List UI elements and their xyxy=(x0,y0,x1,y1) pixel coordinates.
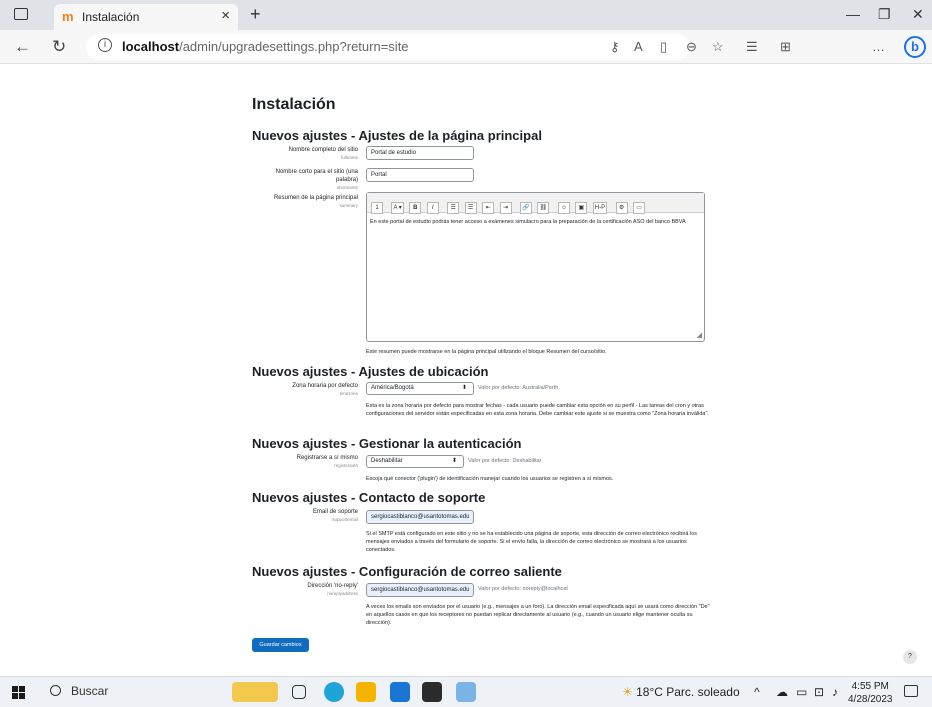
supportemail-label: Email de soporte supportemail xyxy=(312,509,358,522)
windows-taskbar: Buscar ☀ 18°C Parc. soleado ^ ☁ ▭ ⊡ ♪ 4:… xyxy=(0,676,932,707)
read-aloud-icon[interactable]: A xyxy=(634,39,643,54)
section-support: Nuevos ajustes - Contacto de soporte xyxy=(252,490,486,505)
select-arrow-icon: ⬍ xyxy=(461,385,467,391)
help-icon[interactable]: ? xyxy=(903,650,917,664)
weather-icon: ☀ xyxy=(622,685,633,699)
mail-icon[interactable] xyxy=(390,682,410,702)
page-title: Instalación xyxy=(252,96,336,113)
new-tab-button[interactable]: + xyxy=(250,4,261,25)
onedrive-icon[interactable]: ☁ xyxy=(776,685,788,699)
page-content: Instalación Nuevos ajustes - Ajustes de … xyxy=(0,64,932,676)
summary-label: Resumen de la página principal summary xyxy=(273,195,358,208)
moodle-favicon-icon: m xyxy=(62,9,74,24)
noreply-help: A veces los emails son enviados por el u… xyxy=(366,604,710,626)
file-explorer-icon[interactable] xyxy=(356,682,376,702)
fullname-input[interactable]: Portal de estudio xyxy=(366,146,474,160)
timezone-select[interactable]: América/Bogotá ⬍ xyxy=(366,382,474,395)
toolbar-emoji-button[interactable]: ☺ xyxy=(557,202,570,214)
registerauth-select[interactable]: Deshabilitar ⬍ xyxy=(366,455,464,468)
weather-widget[interactable]: ☀ 18°C Parc. soleado xyxy=(622,685,740,699)
clock-date: 4/28/2023 xyxy=(848,694,893,705)
toolbar-style-button[interactable]: A ▾ xyxy=(391,202,404,214)
registerauth-label: Registrarse a sí mismo registerauth xyxy=(296,455,358,468)
toolbar-bullet-list-button[interactable]: ☰ xyxy=(447,202,460,214)
restore-icon[interactable]: ❐ xyxy=(878,6,891,23)
toolbar-media-button[interactable]: ▭ xyxy=(633,202,646,214)
url-host: localhost xyxy=(122,39,180,54)
section-front-page: Nuevos ajustes - Ajustes de la página pr… xyxy=(252,128,542,143)
taskbar-clock[interactable]: 4:55 PM 4/28/2023 xyxy=(848,680,893,706)
minimize-icon[interactable]: — xyxy=(846,6,860,22)
widgets-icon[interactable] xyxy=(232,682,278,702)
resize-handle-icon[interactable]: ◢ xyxy=(697,331,702,339)
select-arrow-icon: ⬍ xyxy=(451,458,457,464)
close-window-icon[interactable]: ✕ xyxy=(912,6,924,23)
toolbar-indent-button[interactable]: ⇥ xyxy=(499,202,512,214)
toolbar-image-button[interactable]: ▣ xyxy=(575,202,588,214)
collections-icon[interactable]: ⊞ xyxy=(780,39,791,55)
toolbar-collapse-button[interactable]: 1 xyxy=(371,202,383,214)
section-auth: Nuevos ajustes - Gestionar la autenticac… xyxy=(252,436,522,451)
timezone-help: Esta es la zona horaria por defecto para… xyxy=(366,403,709,417)
summary-editor[interactable]: 1 A ▾ B I ☰ ☰ ⇤ ⇥ 🔗 ⛓ ☺ ▣ H-P ⚙ ▭ En est… xyxy=(366,192,705,342)
supportemail-input[interactable]: sergiocastiblanco@usantotomas.edu xyxy=(366,510,474,524)
registerauth-help: Escoja qué conector ('plugin') de identi… xyxy=(366,476,614,482)
site-info-icon[interactable]: i xyxy=(98,38,112,52)
zoom-icon[interactable]: ⊖ xyxy=(686,39,697,55)
favorites-icon[interactable]: ☰ xyxy=(746,39,758,55)
tab-actions-icon[interactable] xyxy=(14,8,28,20)
toolbar-outdent-button[interactable]: ⇤ xyxy=(482,202,495,214)
summary-help: Este resumen puede mostrarse en la págin… xyxy=(366,349,607,355)
noreply-label: Dirección 'no-reply' noreplyaddress xyxy=(307,583,358,596)
shortname-input[interactable]: Portal xyxy=(366,168,474,182)
task-view-icon[interactable] xyxy=(292,685,306,699)
url-path: /admin/upgradesettings.php?return=site xyxy=(179,39,409,54)
shortname-label: Nombre corto para el sitio (una palabra)… xyxy=(275,169,358,190)
address-bar[interactable]: i localhost/admin/upgradesettings.php?re… xyxy=(86,34,690,60)
volume-icon[interactable]: ♪ xyxy=(832,685,838,699)
back-icon[interactable]: ← xyxy=(14,37,31,57)
clock-time: 4:55 PM xyxy=(851,681,889,692)
app-icon[interactable] xyxy=(456,682,476,702)
timezone-label: Zona horaria por defecto timezone xyxy=(292,383,358,396)
bing-icon[interactable]: b xyxy=(904,36,926,58)
tab-title: Instalación xyxy=(82,10,140,24)
toolbar-numbered-list-button[interactable]: ☰ xyxy=(464,202,477,214)
supportemail-help: Si el SMTP está configurado en este siti… xyxy=(366,531,698,553)
editor-toolbar: 1 A ▾ B I ☰ ☰ ⇤ ⇥ 🔗 ⛓ ☺ ▣ H-P ⚙ ▭ xyxy=(367,193,704,214)
edge-icon[interactable] xyxy=(324,682,344,702)
noreply-default: Valor por defecto: noreply@localhost xyxy=(478,586,568,592)
key-icon[interactable]: ⚷ xyxy=(610,39,620,55)
noreply-input[interactable]: sergiocastiblanco@usantotomas.edu xyxy=(366,583,474,597)
terminal-icon[interactable] xyxy=(422,682,442,702)
close-tab-icon[interactable]: × xyxy=(221,7,230,24)
favorite-star-icon[interactable]: ☆ xyxy=(712,39,724,55)
toolbar-h5p-button[interactable]: H-P xyxy=(592,202,608,214)
refresh-icon[interactable]: ↻ xyxy=(52,37,66,57)
toolbar-bold-button[interactable]: B xyxy=(409,202,422,214)
toolbar-link-button[interactable]: 🔗 xyxy=(519,202,532,214)
network-icon[interactable]: ⊡ xyxy=(814,685,824,699)
windows-start-icon[interactable] xyxy=(12,686,25,699)
battery-icon[interactable]: ▭ xyxy=(796,685,807,699)
toolbar-unlink-button[interactable]: ⛓ xyxy=(537,202,550,214)
registerauth-default: Valor por defecto: Deshabilitar xyxy=(468,458,542,464)
tab-instalacion[interactable]: m Instalación × xyxy=(54,4,238,30)
toolbar-italic-button[interactable]: I xyxy=(426,202,439,214)
summary-text[interactable]: En este portal de estudio podrás tener a… xyxy=(367,213,704,231)
browser-toolbar: ← ↻ i localhost/admin/upgradesettings.ph… xyxy=(0,30,932,85)
immersive-reader-icon[interactable]: ▯ xyxy=(660,39,667,55)
section-outgoing-mail: Nuevos ajustes - Configuración de correo… xyxy=(252,564,562,579)
toolbar-settings-button[interactable]: ⚙ xyxy=(615,202,628,214)
notifications-icon[interactable] xyxy=(904,685,918,697)
search-icon xyxy=(50,685,61,696)
timezone-default: Valor por defecto: Australia/Perth xyxy=(478,385,559,391)
browser-tab-bar: m Instalación × + — ❐ ✕ xyxy=(0,0,932,30)
save-button[interactable]: Guardar cambios xyxy=(252,638,309,652)
more-menu-icon[interactable]: … xyxy=(872,39,885,54)
taskbar-search[interactable]: Buscar xyxy=(50,684,108,698)
section-location: Nuevos ajustes - Ajustes de ubicación xyxy=(252,364,489,379)
fullname-label: Nombre completo del sitio fullname xyxy=(288,147,358,160)
tray-chevron-icon[interactable]: ^ xyxy=(754,685,760,699)
